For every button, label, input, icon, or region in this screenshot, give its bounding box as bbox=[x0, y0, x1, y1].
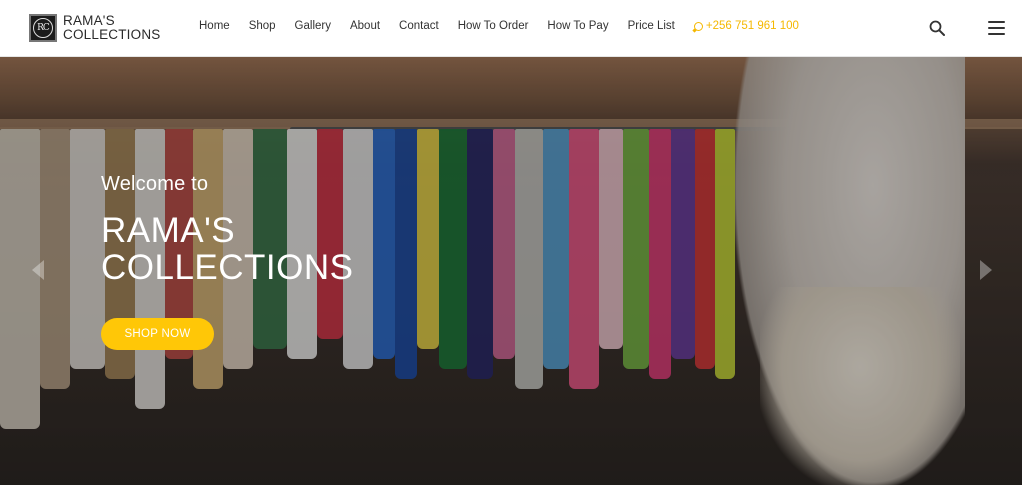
logo[interactable]: RC RAMA'S COLLECTIONS bbox=[29, 14, 160, 42]
hero-title-line-1: RAMA'S bbox=[101, 211, 236, 250]
logo-line-1: RAMA'S bbox=[63, 13, 115, 28]
nav-home[interactable]: Home bbox=[199, 20, 230, 32]
hero-content: Welcome to RAMA'S COLLECTIONS bbox=[101, 173, 354, 286]
phone-link[interactable]: +256 751 961 100 bbox=[693, 20, 799, 32]
logo-monogram: RC bbox=[33, 18, 53, 38]
whatsapp-icon bbox=[693, 21, 703, 31]
nav-how-to-order[interactable]: How To Order bbox=[458, 20, 529, 32]
nav-how-to-pay[interactable]: How To Pay bbox=[547, 20, 608, 32]
nav-contact[interactable]: Contact bbox=[399, 20, 439, 32]
site-header: RC RAMA'S COLLECTIONS Home Shop Gallery … bbox=[0, 0, 1022, 57]
search-icon bbox=[929, 20, 945, 36]
search-button[interactable] bbox=[929, 20, 945, 36]
logo-text: RAMA'S COLLECTIONS bbox=[63, 14, 160, 42]
logo-line-2: COLLECTIONS bbox=[63, 27, 161, 42]
slider-next-button[interactable] bbox=[978, 260, 992, 280]
hero-welcome: Welcome to bbox=[101, 173, 209, 195]
nav-price-list[interactable]: Price List bbox=[628, 20, 675, 32]
nav-about[interactable]: About bbox=[350, 20, 380, 32]
main-nav: Home Shop Gallery About Contact How To O… bbox=[199, 20, 799, 32]
chevron-left-icon bbox=[32, 260, 44, 280]
hero-title-line-2: COLLECTIONS bbox=[101, 248, 354, 287]
shop-now-button[interactable]: SHOP NOW bbox=[101, 318, 214, 350]
slider-prev-button[interactable] bbox=[32, 260, 46, 280]
hero-title: RAMA'S COLLECTIONS bbox=[101, 212, 354, 286]
hamburger-menu-icon[interactable] bbox=[988, 21, 1005, 35]
hero-slider: Welcome to RAMA'S COLLECTIONS SHOP NOW bbox=[0, 57, 1022, 485]
logo-mark: RC bbox=[29, 14, 57, 42]
chevron-right-icon bbox=[980, 260, 992, 280]
nav-shop[interactable]: Shop bbox=[249, 20, 276, 32]
phone-number: +256 751 961 100 bbox=[705, 20, 799, 32]
nav-gallery[interactable]: Gallery bbox=[295, 20, 331, 32]
